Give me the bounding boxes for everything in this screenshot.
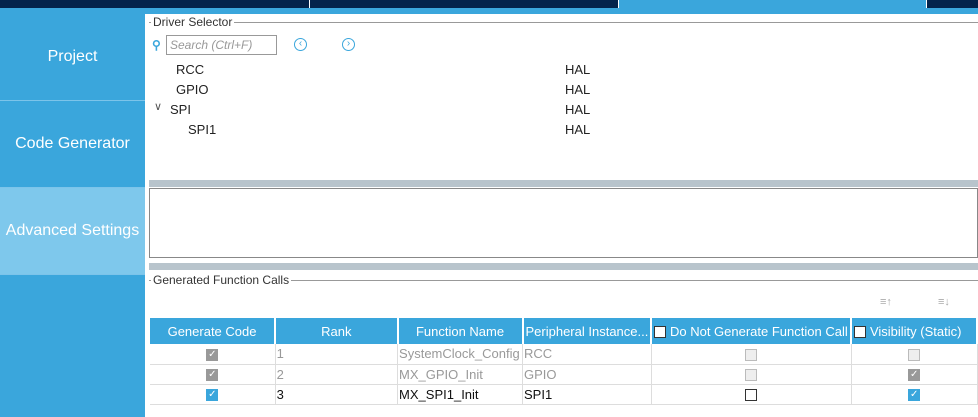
sidebar-item-code-generator[interactable]: Code Generator [0,101,145,188]
do-not-generate-checkbox[interactable] [745,389,758,402]
do-not-generate-checkbox [745,369,758,382]
driver-name[interactable]: SPI [170,102,191,117]
search-icon: ⚲ [152,38,161,52]
move-down-icon[interactable]: ≡↓ [938,296,950,308]
do-not-generate-checkbox [745,348,758,361]
sidebar-item-project[interactable]: Project [0,14,145,101]
sidebar-item-advanced-settings[interactable]: Advanced Settings [0,188,145,275]
header-label: Visibility (Static) [869,323,962,339]
top-tab-4[interactable] [927,0,978,8]
function-calls-table: Generate Code Rank Function Name Periphe… [150,318,978,405]
generate-checkbox: ✓ [206,348,219,361]
table-row[interactable]: ✓ 3 MX_SPI1_Init SPI1 ✓ [150,384,978,405]
driver-name[interactable]: GPIO [176,82,209,97]
chevron-down-icon[interactable]: ∨ [154,100,162,113]
instance-cell: RCC [522,344,652,365]
driver-selector-title: Driver Selector [151,15,235,29]
table-row: ✓ 1 SystemClock_Config RCC [150,344,978,365]
instance-cell[interactable]: SPI1 [522,384,652,405]
checkbox[interactable] [654,326,667,339]
checkbox[interactable] [854,326,867,339]
driver-name[interactable]: RCC [176,62,204,77]
instance-cell: GPIO [522,364,652,385]
sidebar: Project Code Generator Advanced Settings [0,14,145,417]
move-up-icon[interactable]: ≡↑ [880,296,892,308]
driver-name[interactable]: SPI1 [188,122,216,137]
top-tab-2[interactable] [310,0,619,8]
header-generate-code[interactable]: Generate Code [150,318,277,344]
header-do-not-generate[interactable]: Do Not Generate Function Call [651,318,853,344]
top-tab-bar [0,0,978,8]
visibility-checkbox[interactable]: ✓ [908,389,921,402]
previous-icon[interactable]: ‹ [294,38,307,51]
table-row: ✓ 2 MX_GPIO_Init GPIO ✓ [150,364,978,385]
generate-checkbox[interactable]: ✓ [206,389,219,402]
function-cell: MX_GPIO_Init [397,364,523,385]
header-peripheral-instance[interactable]: Peripheral Instance... [522,318,653,344]
top-tab-project-manager[interactable] [619,0,927,8]
driver-value[interactable]: HAL [565,122,590,137]
function-calls-title: Generated Function Calls [151,273,292,287]
function-cell[interactable]: MX_SPI1_Init [397,384,523,405]
visibility-checkbox: ✓ [908,369,921,382]
rank-cell: 1 [275,344,399,365]
rank-cell: 2 [275,364,399,385]
driver-value[interactable]: HAL [565,62,590,77]
header-function-name[interactable]: Function Name [397,318,524,344]
function-cell: SystemClock_Config [397,344,523,365]
splitter[interactable] [149,180,978,187]
splitter[interactable] [149,263,978,270]
driver-value[interactable]: HAL [565,102,590,117]
description-box [149,188,978,258]
header-visibility[interactable]: Visibility (Static) [851,318,978,344]
header-rank[interactable]: Rank [275,318,399,344]
top-tab-1[interactable] [0,0,310,8]
search-input[interactable]: Search (Ctrl+F) [166,35,277,55]
visibility-checkbox [908,348,921,361]
generate-checkbox: ✓ [206,369,219,382]
main-panel: Driver Selector ⚲ Search (Ctrl+F) ‹ › RC… [145,14,978,417]
next-icon[interactable]: › [342,38,355,51]
header-label: Do Not Generate Function Call [669,323,848,339]
driver-value[interactable]: HAL [565,82,590,97]
rank-cell[interactable]: 3 [275,384,399,405]
